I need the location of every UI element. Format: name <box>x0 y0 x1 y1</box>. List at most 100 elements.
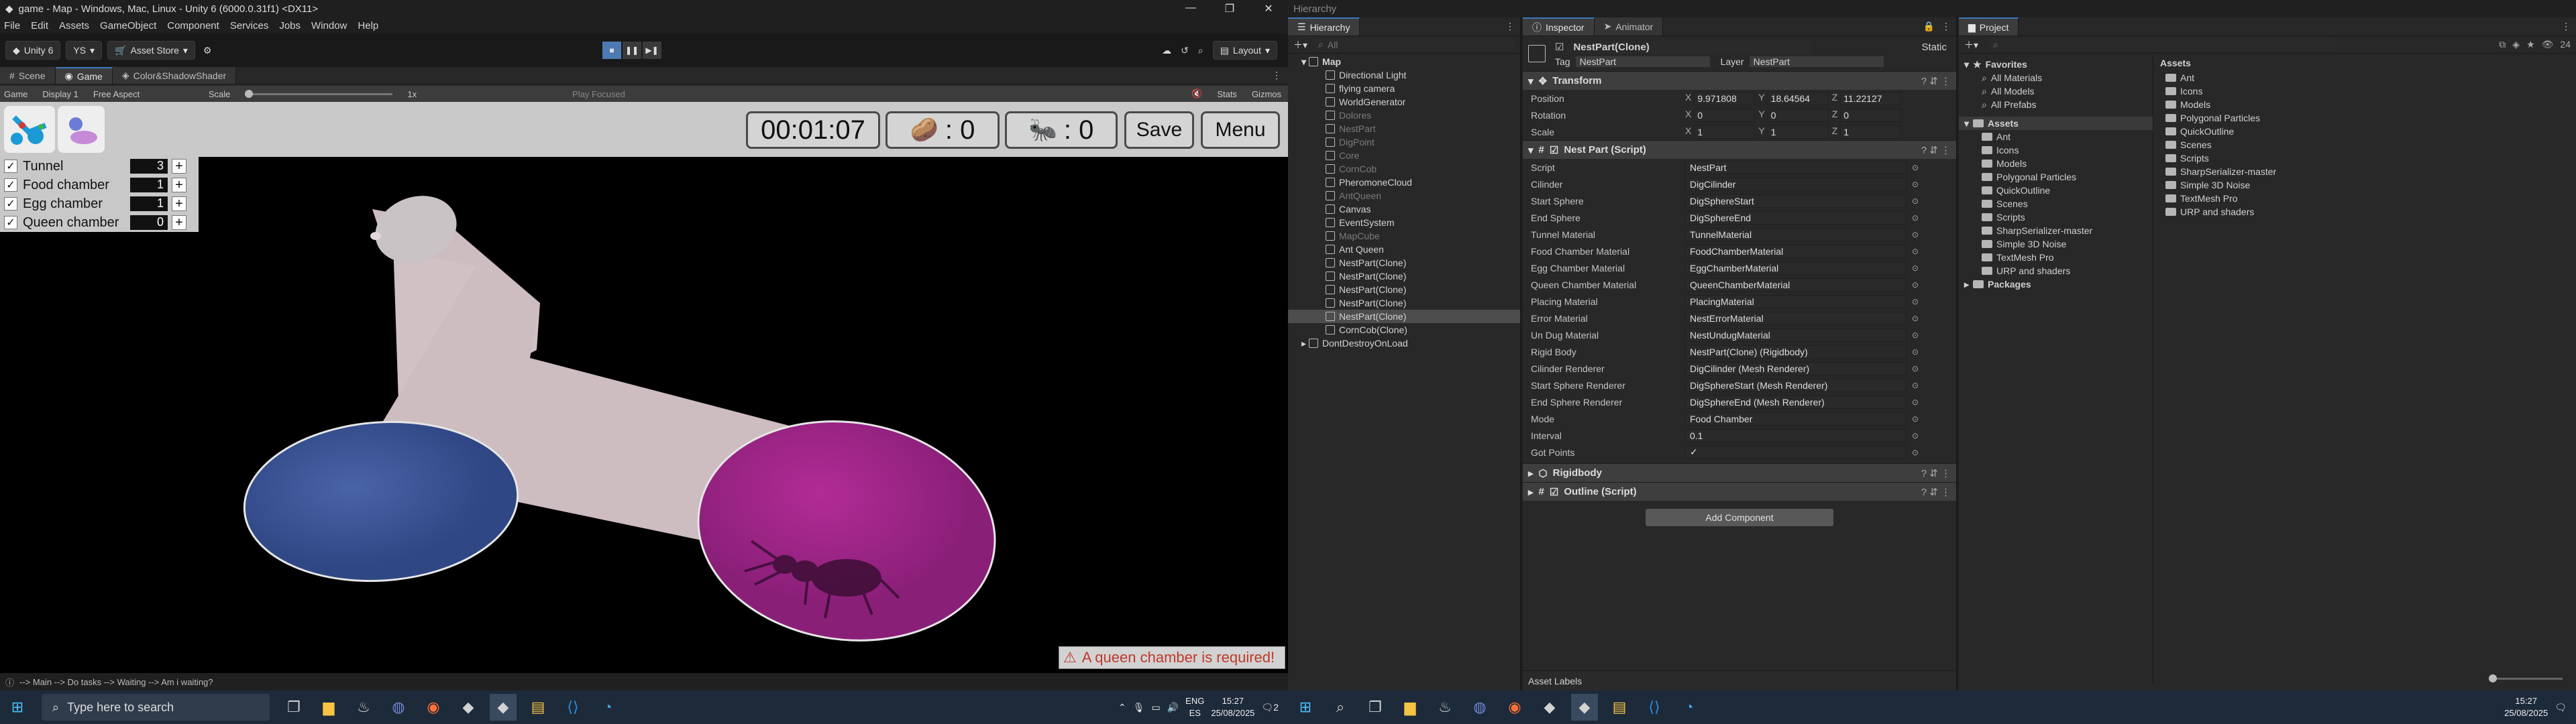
more-options-icon[interactable]: ⋮ <box>1272 67 1288 84</box>
file-explorer-icon[interactable]: ▆ <box>1397 694 1424 721</box>
field-value[interactable]: DigSphereEnd (Mesh Renderer) <box>1685 395 1907 409</box>
star-icon[interactable]: ★ <box>2526 39 2535 50</box>
game-mode-dropdown[interactable]: Game <box>4 89 28 99</box>
scale-x-field[interactable]: 1 <box>1694 125 1755 139</box>
asset-folder[interactable]: Icons <box>1959 143 2153 157</box>
hierarchy-item[interactable]: AntQueen <box>1288 189 1520 202</box>
app-icon[interactable]: ◔ <box>1676 694 1703 721</box>
add-component-button[interactable]: Add Component <box>1646 509 1833 526</box>
object-picker-icon[interactable]: ⊙ <box>1912 431 1919 440</box>
hierarchy-item[interactable]: Ant Queen <box>1288 243 1520 256</box>
discord-icon[interactable]: ◍ <box>1466 694 1493 721</box>
object-picker-icon[interactable]: ⊙ <box>1912 330 1919 340</box>
add-food-chamber-button[interactable]: + <box>172 178 186 192</box>
hierarchy-item[interactable]: Canvas <box>1288 202 1520 216</box>
field-value[interactable]: NestPart <box>1685 160 1907 174</box>
menu-component[interactable]: Component <box>167 20 219 32</box>
hierarchy-item[interactable]: Core <box>1288 149 1520 162</box>
object-picker-icon[interactable]: ⊙ <box>1912 213 1919 223</box>
field-value[interactable]: EggChamberMaterial <box>1685 261 1907 275</box>
discord-icon[interactable]: ◍ <box>385 694 412 721</box>
hierarchy-item[interactable]: NestPart <box>1288 122 1520 135</box>
network-icon[interactable]: ▭ <box>1152 702 1161 713</box>
menu-assets[interactable]: Assets <box>59 20 89 32</box>
volume-icon[interactable]: 🔊 <box>1167 702 1179 713</box>
asset-item[interactable]: Ant <box>2160 71 2571 84</box>
object-picker-icon[interactable]: ⊙ <box>1912 230 1919 239</box>
lock-icon[interactable]: 🔒 <box>1923 21 1935 32</box>
hierarchy-search[interactable]: ⌕ All <box>1313 38 1515 52</box>
stats-button[interactable]: Stats <box>1217 89 1237 99</box>
field-value[interactable]: DigCilinder (Mesh Renderer) <box>1685 361 1907 375</box>
asset-folder[interactable]: URP and shaders <box>1959 264 2153 278</box>
packages-root[interactable]: ▸ Packages <box>1959 278 2153 291</box>
add-egg-chamber-button[interactable]: + <box>172 196 186 211</box>
hierarchy-item[interactable]: NestPart(Clone) <box>1288 296 1520 310</box>
unity-editor-icon[interactable]: ◆ <box>1571 694 1598 721</box>
asset-item[interactable]: TextMesh Pro <box>2160 192 2571 205</box>
object-picker-icon[interactable]: ⊙ <box>1912 196 1919 206</box>
hierarchy-item[interactable]: NestPart(Clone) <box>1288 256 1520 269</box>
unity-hub-icon[interactable]: ◆ <box>1536 694 1563 721</box>
menu-window[interactable]: Window <box>311 20 347 32</box>
windows-start-icon[interactable]: ⊞ <box>4 694 31 721</box>
asset-folder[interactable]: Simple 3D Noise <box>1959 237 2153 251</box>
object-picker-icon[interactable]: ⊙ <box>1912 163 1919 172</box>
object-picker-icon[interactable]: ⊙ <box>1912 364 1919 373</box>
game-viewport[interactable]: 00:01:07 🥔: 0 🐜: 0 Save Menu ✓ Tunnel 3 + ✓… <box>0 102 1288 673</box>
asset-item[interactable]: URP and shaders <box>2160 205 2571 219</box>
gizmos-dropdown[interactable]: Gizmos <box>1252 89 1281 99</box>
object-picker-icon[interactable]: ⊙ <box>1912 347 1919 357</box>
more-options-icon[interactable]: ⋮ <box>1505 17 1520 36</box>
hierarchy-item[interactable]: Directional Light <box>1288 68 1520 82</box>
active-checkbox[interactable]: ☑ <box>1555 41 1564 53</box>
object-name-field[interactable]: NestPart(Clone) <box>1569 40 1811 54</box>
scale-y-field[interactable]: 1 <box>1767 125 1828 139</box>
menu-gameobject[interactable]: GameObject <box>100 20 156 32</box>
field-value[interactable]: TunnelMaterial <box>1685 227 1907 241</box>
label-icon[interactable]: ◈ <box>2512 39 2520 50</box>
firefox-icon[interactable]: ◉ <box>420 694 447 721</box>
assets-root[interactable]: ▾ Assets <box>1959 117 2153 130</box>
asset-folder[interactable]: SharpSerializer-master <box>1959 224 2153 237</box>
filter-icon[interactable]: ⧉ <box>2499 39 2506 50</box>
position-x-field[interactable]: 9.971808 <box>1694 91 1755 105</box>
play-focused-dropdown[interactable]: Play Focused <box>572 89 625 99</box>
asset-folder[interactable]: Scripts <box>1959 210 2153 224</box>
object-picker-icon[interactable]: ⊙ <box>1912 381 1919 390</box>
mute-icon[interactable]: 🔇 <box>1191 88 1202 99</box>
firefox-icon[interactable]: ◉ <box>1501 694 1528 721</box>
tab-scene[interactable]: # Scene <box>0 67 56 84</box>
unity-version-button[interactable]: ◆ Unity 6 <box>5 41 61 60</box>
layer-dropdown[interactable]: NestPart <box>1749 56 1884 67</box>
favorite-item[interactable]: ⌕ All Materials <box>1959 71 2153 84</box>
asset-folder[interactable]: Polygonal Particles <box>1959 170 2153 184</box>
more-options-icon[interactable]: ⋮ <box>2561 17 2576 36</box>
scale-z-field[interactable]: 1 <box>1840 125 1901 139</box>
asset-item[interactable]: Models <box>2160 98 2571 111</box>
asset-item[interactable]: Simple 3D Noise <box>2160 178 2571 192</box>
asset-folder[interactable]: QuickOutline <box>1959 184 2153 197</box>
rotation-y-field[interactable]: 0 <box>1767 108 1828 122</box>
vscode-icon[interactable]: ⟨⟩ <box>1641 694 1668 721</box>
outline-enabled-checkbox[interactable]: ☑ <box>1550 486 1558 498</box>
asset-item[interactable]: QuickOutline <box>2160 125 2571 138</box>
field-value[interactable]: PlacingMaterial <box>1685 294 1907 308</box>
field-value[interactable]: 0.1 <box>1685 428 1907 442</box>
asset-folder[interactable]: TextMesh Pro <box>1959 251 2153 264</box>
steam-icon[interactable]: ♨ <box>350 694 377 721</box>
menu-jobs[interactable]: Jobs <box>279 20 301 32</box>
add-queen-chamber-button[interactable]: + <box>172 215 186 230</box>
notes-icon[interactable]: ▤ <box>1606 694 1633 721</box>
add-icon[interactable]: ＋▾ <box>1964 38 1978 52</box>
hierarchy-item[interactable]: MapCube <box>1288 229 1520 243</box>
asset-item[interactable]: Polygonal Particles <box>2160 111 2571 125</box>
save-button[interactable]: Save <box>1124 111 1194 149</box>
dontdestroy-root[interactable]: ▸ DontDestroyOnLoad <box>1288 337 1520 350</box>
tool-chamber-button[interactable] <box>58 106 105 153</box>
unity-hub-icon[interactable]: ◆ <box>455 694 482 721</box>
console-message[interactable]: --> Main --> Do tasks --> Waiting --> Am… <box>19 677 213 687</box>
vscode-icon[interactable]: ⟨⟩ <box>559 694 586 721</box>
asset-item[interactable]: Scripts <box>2160 152 2571 165</box>
queen-checkbox[interactable]: ✓ <box>4 216 17 229</box>
